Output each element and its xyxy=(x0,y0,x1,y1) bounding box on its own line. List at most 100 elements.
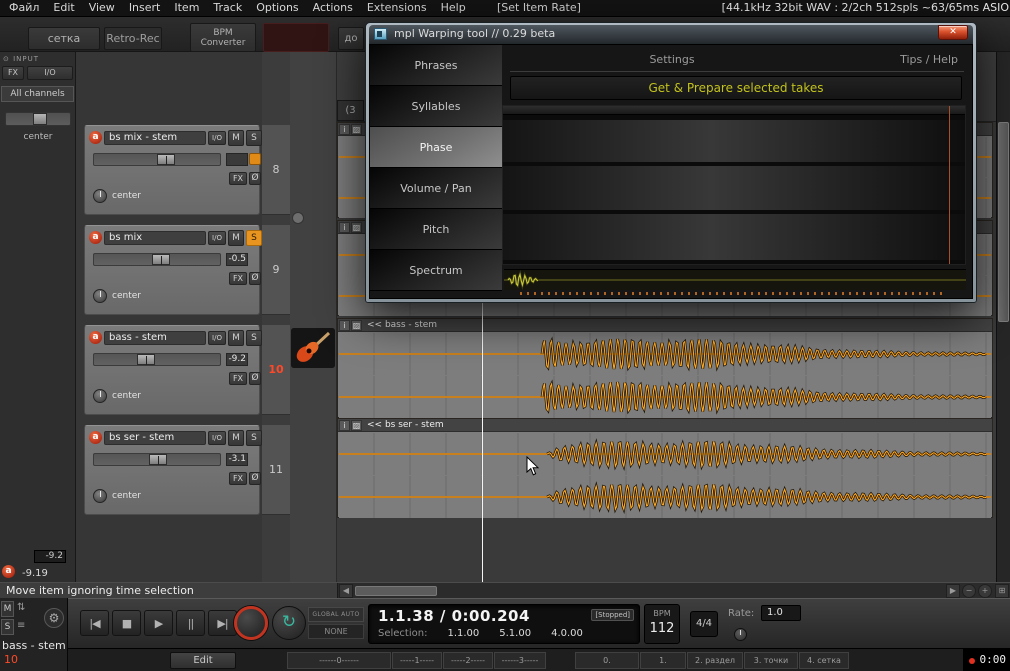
track-volume-fader[interactable] xyxy=(93,253,221,266)
marker-button[interactable]: -----2----- xyxy=(443,652,493,669)
menu-lines-icon[interactable]: ≡ xyxy=(17,620,25,631)
dialog-content-area[interactable] xyxy=(502,105,966,265)
scroll-corner-button[interactable]: ⊞ xyxy=(995,584,1009,598)
horizontal-scrollbar[interactable]: ◀ ▶ − + ⊞ xyxy=(337,583,1010,599)
all-channels-selector[interactable]: All channels xyxy=(1,86,74,102)
retro-rec-button[interactable]: Retro-Rec xyxy=(104,27,162,50)
strip-io-button[interactable]: I/O xyxy=(27,66,73,80)
track-number[interactable]: 10 xyxy=(262,325,290,415)
item-take-icon[interactable]: ▨ xyxy=(351,222,362,233)
track-fx-button[interactable]: FX xyxy=(229,172,247,185)
item-take-icon[interactable]: ▨ xyxy=(351,320,362,331)
fader-handle[interactable] xyxy=(149,454,168,465)
track-mute-button[interactable]: M xyxy=(228,130,244,146)
fader-handle[interactable] xyxy=(151,254,170,265)
strip-pan-fader-handle[interactable] xyxy=(33,113,47,125)
track-io-button[interactable]: I/O xyxy=(208,331,226,345)
track-number[interactable]: 11 xyxy=(262,425,290,515)
track-solo-button[interactable]: S xyxy=(246,130,262,146)
auto-arm-indicator[interactable] xyxy=(249,153,261,165)
track-volume-value[interactable]: -9.2 xyxy=(226,353,248,366)
track-fx-button[interactable]: FX xyxy=(229,272,247,285)
track-pan-knob[interactable] xyxy=(93,289,107,303)
dialog-tab-phrases[interactable]: Phrases xyxy=(370,45,502,86)
marker-button[interactable]: ------0------ xyxy=(287,652,391,669)
track-volume-fader[interactable] xyxy=(93,353,221,366)
track-volume-fader[interactable] xyxy=(93,153,221,166)
track-io-button[interactable]: I/O xyxy=(208,231,226,245)
vertical-scrollbar[interactable] xyxy=(996,52,1010,582)
transport-time-display[interactable]: 1.1.38 / 0:00.204 [Stopped] Selection: 1.… xyxy=(368,604,640,644)
dialog-tab-pitch[interactable]: Pitch xyxy=(370,209,502,250)
track-pan-knob[interactable] xyxy=(93,489,107,503)
region-button[interactable]: 3. точки xyxy=(744,652,798,669)
stop-button[interactable]: ■ xyxy=(112,610,141,636)
menu-item-5[interactable]: Track xyxy=(206,0,249,16)
global-auto-label[interactable]: GLOBAL AUTO xyxy=(308,607,364,622)
menu-item-6[interactable]: Options xyxy=(249,0,305,16)
region-button[interactable]: 0. xyxy=(575,652,639,669)
play-button[interactable]: ▶ xyxy=(144,610,173,636)
go-to-end-button[interactable]: ▶| xyxy=(208,610,237,636)
selection-value[interactable]: 4.0.00 xyxy=(551,628,583,639)
small-knob[interactable] xyxy=(292,212,304,224)
routing-arrows-icon[interactable]: ⇅ xyxy=(17,602,25,613)
strip-pan-fader[interactable] xyxy=(5,112,71,126)
marker-button[interactable]: ------3----- xyxy=(494,652,546,669)
track-solo-button[interactable]: S xyxy=(246,230,262,246)
dialog-take-waveform[interactable] xyxy=(504,269,966,290)
item-take-icon[interactable]: ▨ xyxy=(351,124,362,135)
track-solo-button[interactable]: S xyxy=(246,330,262,346)
menu-item-7[interactable]: Actions xyxy=(306,0,360,16)
track-name[interactable]: bs mix xyxy=(104,231,206,245)
media-item-header[interactable]: i ▨ << bass - stem xyxy=(338,319,992,332)
edit-button[interactable]: Edit xyxy=(170,652,236,669)
waveform-lane[interactable] xyxy=(339,376,991,418)
grid-button[interactable]: сетка xyxy=(28,27,100,50)
tab-tips-help[interactable]: Tips / Help xyxy=(900,53,958,66)
selected-track-mute-button[interactable]: M xyxy=(1,601,14,617)
fader-handle[interactable] xyxy=(136,354,155,365)
track-io-button[interactable]: I/O xyxy=(208,431,226,445)
track-volume-value[interactable] xyxy=(226,153,248,166)
dialog-tab-phase[interactable]: Phase xyxy=(370,127,502,168)
get-prepare-takes-button[interactable]: Get & Prepare selected takes xyxy=(510,76,962,100)
record-button[interactable] xyxy=(234,606,268,640)
track-record-arm-badge[interactable]: a xyxy=(89,331,102,344)
scroll-left-button[interactable]: ◀ xyxy=(339,584,353,598)
marker-button[interactable]: -----1----- xyxy=(392,652,442,669)
track-name[interactable]: bs ser - stem xyxy=(104,431,206,445)
track-fx-button[interactable]: FX xyxy=(229,472,247,485)
track-fx-bypass-button[interactable]: Ø xyxy=(249,372,261,385)
close-button[interactable]: ✕ xyxy=(938,25,968,40)
menu-item-2[interactable]: View xyxy=(82,0,122,16)
media-item[interactable]: i ▨ << bass - stem xyxy=(337,318,993,418)
bpm-value[interactable]: 112 xyxy=(645,621,679,636)
dialog-title-bar[interactable]: mpl Warping tool // 0.29 beta ✕ xyxy=(369,25,973,44)
custom-red-button[interactable] xyxy=(263,23,329,52)
media-item[interactable]: i ▨ << bs ser - stem xyxy=(337,418,993,518)
region-button[interactable]: 2. раздел xyxy=(687,652,743,669)
track-name[interactable]: bass - stem xyxy=(104,331,206,345)
bpm-converter-button[interactable]: BPM Converter xyxy=(190,23,256,52)
track-fx-bypass-button[interactable]: Ø xyxy=(249,472,261,485)
track-record-arm-badge[interactable]: a xyxy=(89,231,102,244)
track-fx-bypass-button[interactable]: Ø xyxy=(249,272,261,285)
region-button[interactable]: 4. сетка xyxy=(799,652,849,669)
selection-value[interactable]: 5.1.00 xyxy=(499,628,531,639)
menu-item-3[interactable]: Insert xyxy=(122,0,168,16)
horizontal-scrollbar-thumb[interactable] xyxy=(355,586,437,596)
track-solo-button[interactable]: S xyxy=(246,430,262,446)
track-mute-button[interactable]: M xyxy=(228,330,244,346)
waveform-lane[interactable] xyxy=(339,333,991,375)
tab-settings[interactable]: Settings xyxy=(502,53,842,66)
menu-item-set-item-rate[interactable]: [Set Item Rate] xyxy=(497,0,581,16)
selected-track-solo-button[interactable]: S xyxy=(1,619,14,635)
fader-handle[interactable] xyxy=(157,154,175,165)
zoom-out-button[interactable]: − xyxy=(962,584,976,598)
track-name[interactable]: bs mix - stem xyxy=(104,131,206,145)
pause-button[interactable]: || xyxy=(176,610,205,636)
strip-fx-button[interactable]: FX xyxy=(2,66,24,80)
track-fx-button[interactable]: FX xyxy=(229,372,247,385)
dialog-tab-volume-pan[interactable]: Volume / Pan xyxy=(370,168,502,209)
